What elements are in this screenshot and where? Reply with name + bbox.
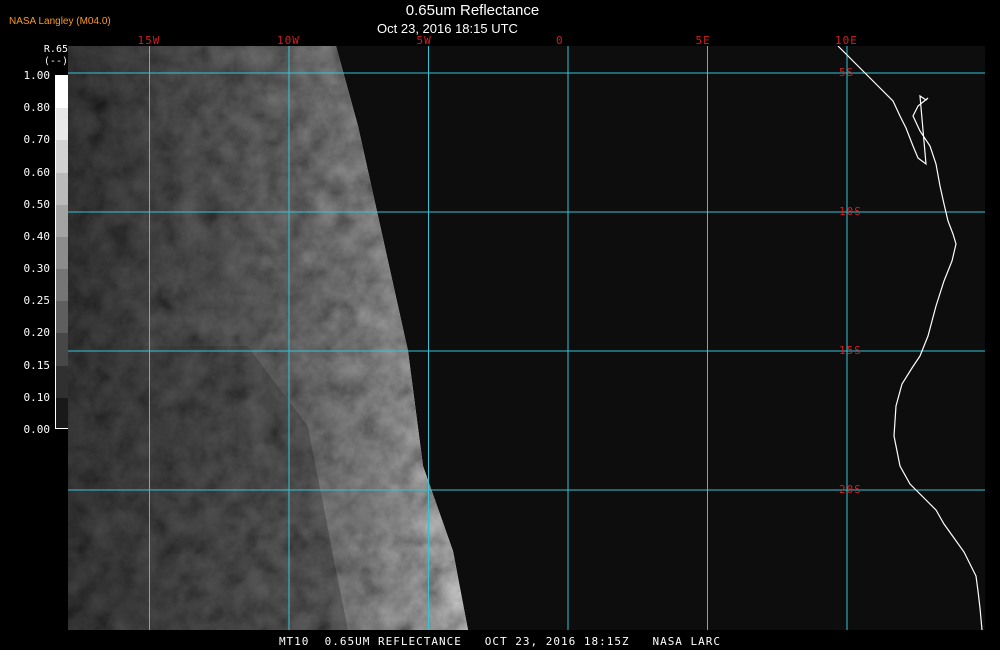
map-panel [68,46,985,630]
image-footer: MT10 0.65UM REFLECTANCE OCT 23, 2016 18:… [278,635,722,648]
colorbar-tick-label: 0.10 [23,390,51,404]
latitude-label: 10S [839,205,862,218]
colorbar-tick-label: 0.70 [23,133,51,147]
colorbar-tick-label: 0.15 [23,358,51,372]
longitude-label: 10W [277,34,300,47]
colorbar-tick-label: 0.40 [23,229,51,243]
longitude-label: 0 [556,34,564,47]
longitude-label: 5E [695,34,711,47]
longitude-label: 5W [416,34,432,47]
colorbar-tick-label: 0.60 [23,165,51,179]
latitude-label: 20S [839,483,862,496]
map-subtitle: Oct 23, 2016 18:15 UTC [377,21,518,36]
colorbar-tick-label: 1.00 [23,69,51,82]
colorbar-tick-label: 0.80 [23,101,51,115]
legend-units-label: (--) [43,56,68,67]
latitude-label: 5S [839,66,855,79]
colorbar-tick-label: 0.25 [23,294,51,308]
satellite-image [68,46,985,630]
legend-variable-label: R.65 [43,44,68,55]
latitude-label: 15S [839,344,862,357]
longitude-label: 10E [835,34,858,47]
colorbar-tick-label: 0.50 [23,197,51,211]
colorbar-tick-label: 0.30 [23,262,51,276]
map-title: 0.65um Reflectance [405,2,540,19]
coastline [837,46,983,630]
colorbar-tick-label: 0.00 [23,423,51,436]
colorbar-tick-label: 0.20 [23,326,51,340]
longitude-label: 15W [137,34,161,47]
